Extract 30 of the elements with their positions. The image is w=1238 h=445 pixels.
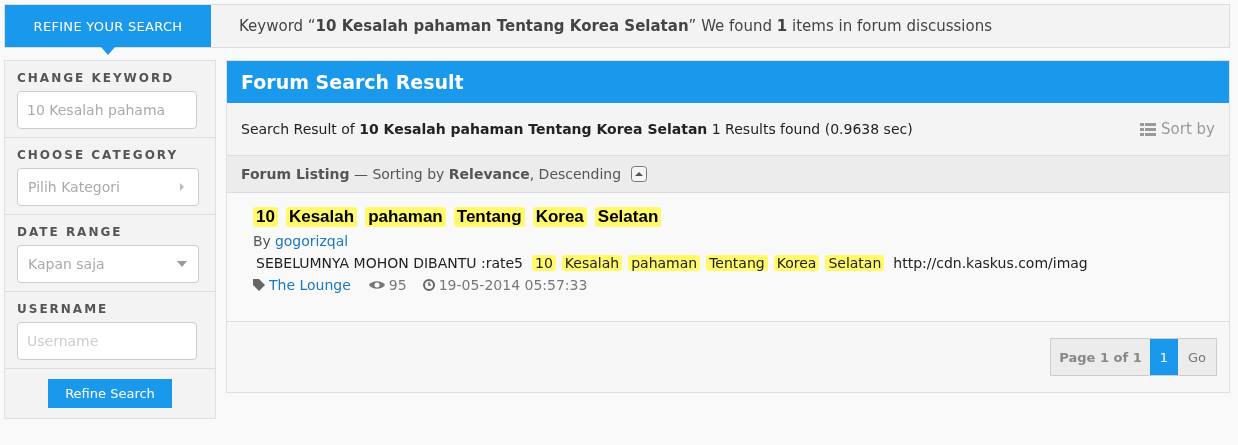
- section-label: CHOOSE CATEGORY: [17, 148, 180, 162]
- section-label: USERNAME: [17, 302, 110, 316]
- author-link[interactable]: gogorizqal: [274, 233, 349, 249]
- panel-title: Forum Search Result: [227, 61, 1229, 103]
- forum-link[interactable]: The Lounge: [269, 277, 351, 293]
- result-info: Search Result of 10 Kesalah pahaman Tentang Korea Selatan 1 Results found (0.9638 sec): [241, 121, 913, 137]
- page-label: Page 1 of 1: [1051, 339, 1150, 375]
- result-title[interactable]: 10 Kesalah pahaman Tentang Korea Selatan: [253, 207, 1203, 227]
- collapse-icon[interactable]: [631, 166, 648, 182]
- caret-down-icon: [176, 260, 188, 268]
- clock-icon: [422, 279, 435, 291]
- list-icon: [1140, 122, 1157, 136]
- refine-search-button[interactable]: Refine Search: [48, 379, 172, 408]
- input-field[interactable]: 10 Kesalah pahama: [17, 91, 197, 129]
- eye-icon: [368, 280, 385, 290]
- section-label: DATE RANGE: [17, 225, 124, 239]
- section-label: CHANGE KEYWORD: [17, 71, 176, 85]
- tag-icon: [253, 279, 265, 291]
- result-snippet: SEBELUMNYA MOHON DIBANTU :rate5 10 Kesalah pahaman Tentang Korea Selatan http://cdn.kaskus.com/imag: [255, 255, 1089, 271]
- by-label: By: [253, 233, 271, 249]
- select-field[interactable]: Kapan saja: [17, 245, 199, 283]
- keyword-summary: Keyword “10 Kesalah pahaman Tentang Korea Selatan” We found 1 items in forum discussions: [239, 17, 993, 35]
- pointer-icon: [101, 47, 115, 55]
- view-count: 95: [388, 277, 407, 293]
- select-field[interactable]: Pilih Kategori: [17, 168, 199, 206]
- sort-button[interactable]: Sort by: [1140, 120, 1215, 138]
- post-date: 19-05-2014 05:57:33: [438, 277, 588, 293]
- listing-info: Forum Listing — Sorting by Relevance, Descending: [241, 166, 622, 182]
- page-button[interactable]: 1: [1149, 339, 1178, 375]
- go-button[interactable]: Go: [1177, 339, 1216, 375]
